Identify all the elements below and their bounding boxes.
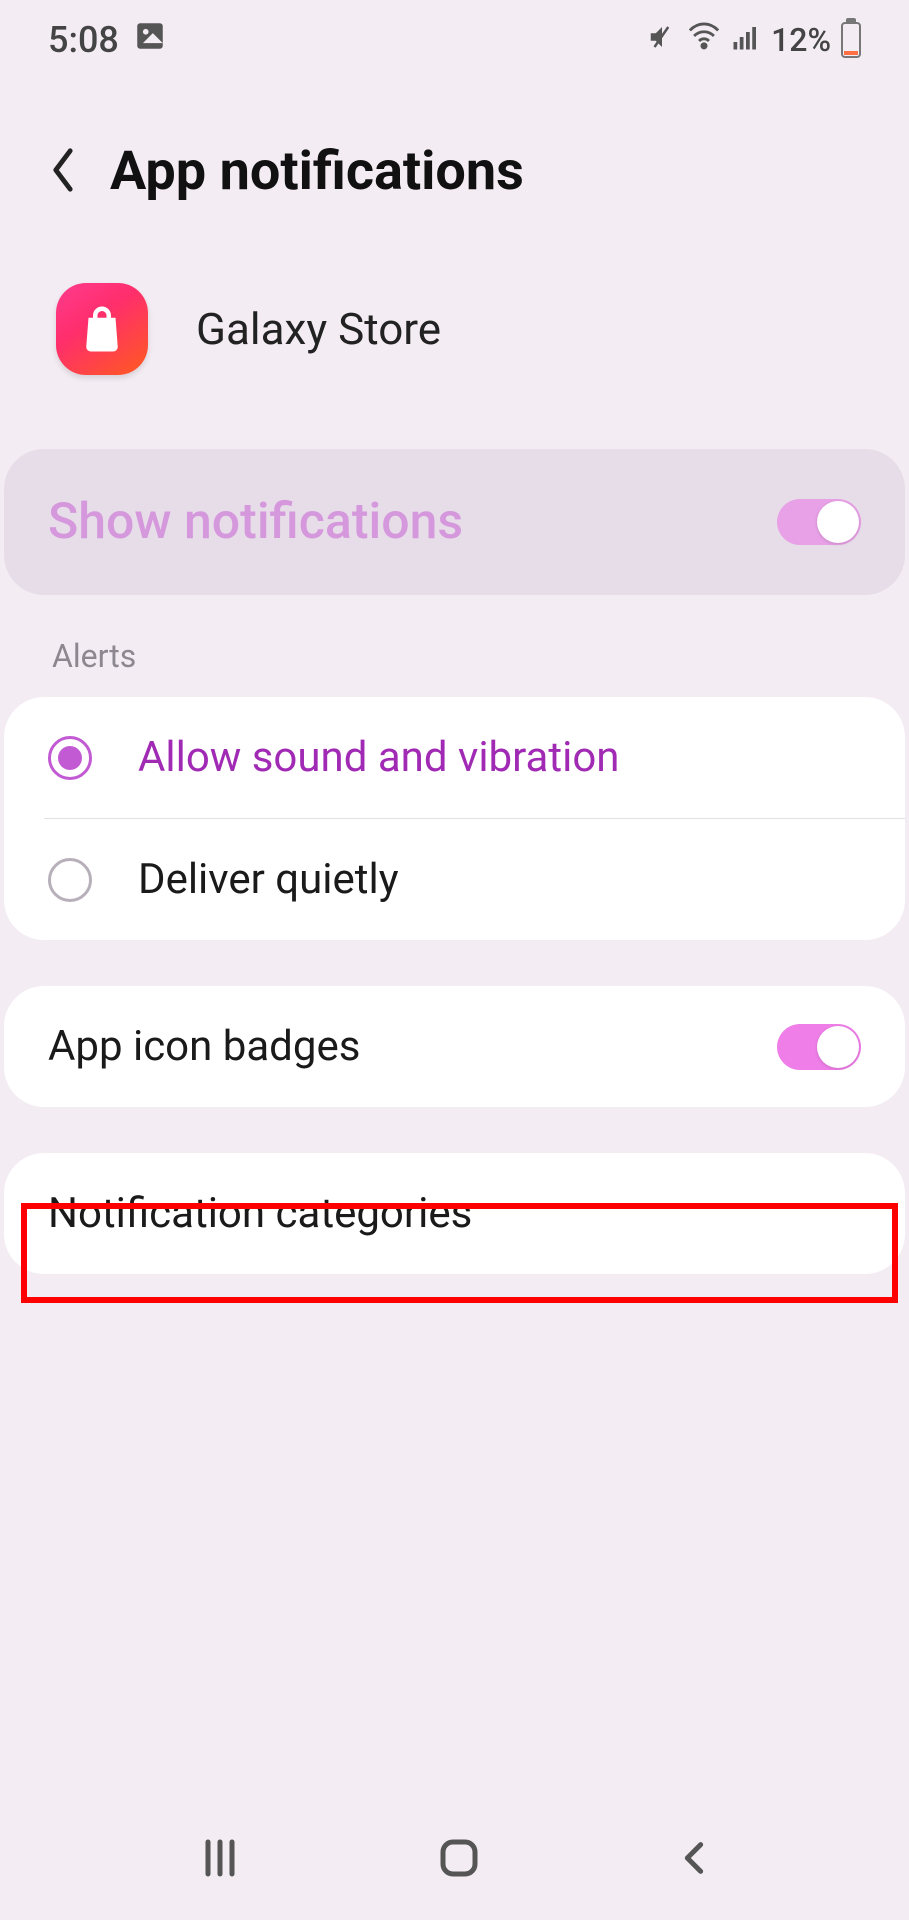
show-notifications-label: Show notifications <box>48 493 463 551</box>
radio-deliver-quietly[interactable]: Deliver quietly <box>44 818 905 940</box>
badges-label: App icon badges <box>48 1022 360 1071</box>
notification-categories-row[interactable]: Notification categories <box>4 1153 905 1274</box>
radio-allow-sound-vibration[interactable]: Allow sound and vibration <box>4 697 905 818</box>
alerts-section-header: Alerts <box>0 595 909 697</box>
radio-label: Allow sound and vibration <box>138 733 619 782</box>
nav-back-button[interactable] <box>674 1838 714 1882</box>
badges-toggle[interactable] <box>777 1024 861 1070</box>
mute-vibrate-icon <box>647 19 677 61</box>
back-button[interactable] <box>48 146 78 198</box>
picture-icon <box>133 19 167 62</box>
status-bar: 5:08 12% <box>0 0 909 80</box>
app-name: Galaxy Store <box>196 303 441 355</box>
badges-card: App icon badges <box>4 986 905 1107</box>
show-notifications-row[interactable]: Show notifications <box>4 449 905 595</box>
signal-icon <box>731 19 761 61</box>
categories-card: Notification categories <box>4 1153 905 1274</box>
radio-icon <box>48 736 92 780</box>
page-header: App notifications <box>0 80 909 243</box>
categories-label: Notification categories <box>48 1189 472 1238</box>
nav-recents-button[interactable] <box>196 1834 244 1886</box>
radio-icon <box>48 858 92 902</box>
alerts-card: Allow sound and vibration Deliver quietl… <box>4 697 905 940</box>
wifi-icon <box>687 19 721 62</box>
nav-bar <box>0 1800 909 1920</box>
app-icon <box>56 283 148 375</box>
battery-percent: 12% <box>771 21 831 59</box>
page-title: App notifications <box>110 140 524 203</box>
show-notifications-toggle[interactable] <box>777 499 861 545</box>
app-identity-row: Galaxy Store <box>0 243 909 425</box>
nav-home-button[interactable] <box>435 1834 483 1886</box>
radio-label: Deliver quietly <box>138 855 399 904</box>
app-icon-badges-row[interactable]: App icon badges <box>4 986 905 1107</box>
shopping-bag-icon <box>75 302 129 356</box>
battery-icon <box>841 22 861 58</box>
status-time: 5:08 <box>48 19 119 61</box>
